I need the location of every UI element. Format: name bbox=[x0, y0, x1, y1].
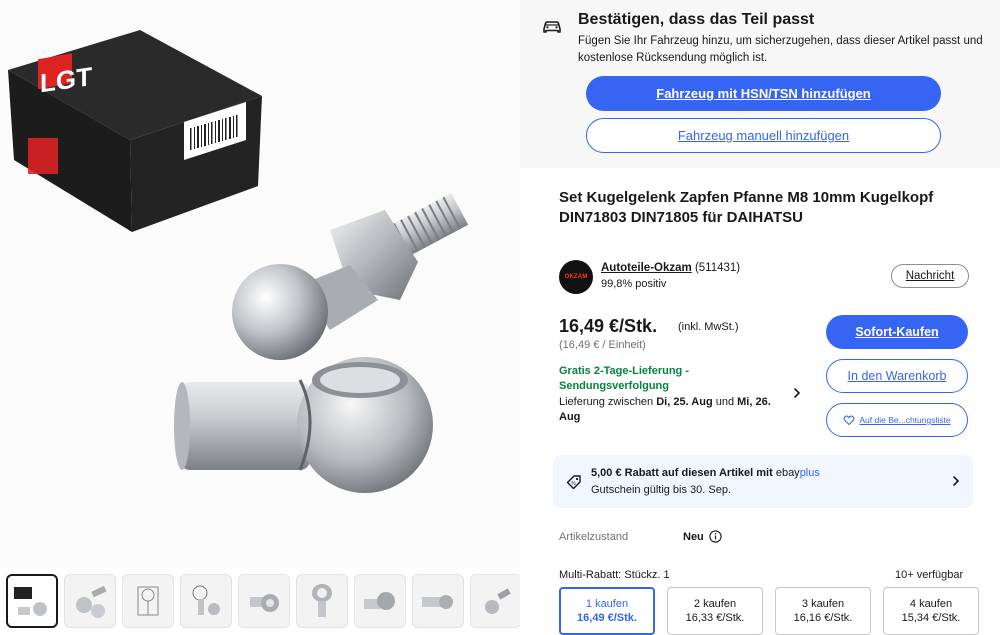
seller-logo[interactable]: OKZAM bbox=[559, 260, 593, 294]
chevron-right-icon[interactable] bbox=[790, 386, 804, 400]
delivery-prefix: Lieferung zwischen bbox=[559, 396, 657, 408]
car-icon bbox=[543, 21, 561, 33]
product-title: Set Kugelgelenk Zapfen Pfanne M8 10mm Ku… bbox=[559, 189, 934, 226]
condition-label: Artikelzustand bbox=[559, 531, 629, 543]
thumbnail-7[interactable] bbox=[354, 574, 406, 628]
watchlist-label: Auf die Be...chtungsliste bbox=[859, 415, 951, 425]
add-vehicle-manual-button[interactable]: Fahrzeug manuell hinzufügen bbox=[586, 118, 941, 153]
seller-feedback-count[interactable]: (511431) bbox=[695, 262, 740, 274]
free-shipping-line-1: Gratis 2-Tage-Lieferung - bbox=[559, 365, 689, 377]
free-shipping-info: Gratis 2-Tage-Lieferung - Sendungsverfol… bbox=[559, 364, 689, 394]
multi-buy-tiers: 1 kaufen 16,49 €/Stk. 2 kaufen 16,33 €/S… bbox=[559, 587, 979, 635]
thumbnail-2[interactable] bbox=[64, 574, 116, 628]
promo-banner[interactable]: % 5,00 € Rabatt auf diesen Artikel mit e… bbox=[553, 455, 973, 508]
add-vehicle-hsn-tsn-button[interactable]: Fahrzeug mit HSN/TSN hinzufügen bbox=[586, 76, 941, 111]
condition-value: Neu bbox=[683, 530, 722, 543]
delivery-date-start: Di, 25. Aug bbox=[656, 396, 713, 408]
fit-panel-title: Bestätigen, dass das Teil passt bbox=[578, 11, 815, 28]
multi-buy-label: Multi-Rabatt: Stückz. 1 bbox=[559, 569, 670, 581]
coupon-tag-icon: % bbox=[566, 475, 581, 490]
unit-price: (16,49 € / Einheit) bbox=[559, 339, 646, 351]
fit-panel-description: Fügen Sie Ihr Fahrzeug hinzu, um sicherz… bbox=[578, 35, 983, 64]
svg-text:%: % bbox=[571, 481, 576, 487]
delivery-estimate[interactable]: Lieferung zwischen Di, 25. Aug und Mi, 2… bbox=[559, 395, 789, 425]
condition-value-text: Neu bbox=[683, 530, 704, 543]
promo-line-1: 5,00 € Rabatt auf diesen Artikel mit bbox=[591, 467, 776, 479]
thumbnail-strip bbox=[0, 568, 520, 635]
thumbnail-9[interactable] bbox=[470, 574, 520, 628]
product-details: Set Kugelgelenk Zapfen Pfanne M8 10mm Ku… bbox=[520, 168, 1000, 635]
chevron-right-icon bbox=[953, 476, 959, 486]
thumbnail-5[interactable] bbox=[238, 574, 290, 628]
add-to-cart-button[interactable]: In den Warenkorb bbox=[826, 359, 968, 393]
vehicle-fit-panel: Bestätigen, dass das Teil passt Fügen Si… bbox=[520, 0, 1000, 168]
seller-logo-text: OKZAM bbox=[564, 274, 588, 280]
free-shipping-line-2: Sendungsverfolgung bbox=[559, 380, 669, 392]
message-seller-button[interactable]: Nachricht bbox=[891, 264, 969, 288]
multi-buy-tier-1[interactable]: 1 kaufen 16,49 €/Stk. bbox=[559, 587, 655, 635]
tier-qty: 1 kaufen bbox=[585, 598, 629, 610]
multi-buy-tier-2[interactable]: 2 kaufen 16,33 €/Stk. bbox=[667, 587, 763, 635]
ebay-plus-logo: ebayplus bbox=[776, 467, 820, 479]
tier-qty: 2 kaufen bbox=[693, 598, 737, 610]
add-to-watchlist-button[interactable]: Auf die Be...chtungsliste bbox=[826, 403, 968, 437]
seller-name-link[interactable]: Autoteile-Okzam bbox=[601, 262, 692, 274]
seller-info: Autoteile-Okzam (511431) bbox=[601, 262, 740, 274]
multi-buy-tier-4[interactable]: 4 kaufen 15,34 €/Stk. bbox=[883, 587, 979, 635]
promo-validity: Gutschein gültig bis 30. Sep. bbox=[591, 484, 732, 496]
ball-socket bbox=[174, 357, 433, 493]
tier-price: 16,33 €/Stk. bbox=[685, 612, 745, 624]
packaging-box: LGT bbox=[8, 30, 262, 232]
tier-price: 15,34 €/Stk. bbox=[901, 612, 961, 624]
tier-qty: 3 kaufen bbox=[801, 598, 845, 610]
price-vat-note: (inkl. MwSt.) bbox=[678, 321, 739, 333]
thumbnail-3[interactable] bbox=[122, 574, 174, 628]
availability: 10+ verfügbar bbox=[895, 569, 964, 581]
ebay-plus-suffix: plus bbox=[799, 467, 820, 479]
thumbnail-1[interactable] bbox=[6, 574, 58, 628]
thumbnail-4[interactable] bbox=[180, 574, 232, 628]
thumbnail-8[interactable] bbox=[412, 574, 464, 628]
product-gallery: LGT bbox=[0, 0, 520, 635]
heart-icon bbox=[843, 415, 855, 426]
promo-text: 5,00 € Rabatt auf diesen Artikel mit eba… bbox=[591, 467, 820, 479]
tier-price: 16,16 €/Stk. bbox=[793, 612, 853, 624]
ebay-plus-brand: ebay bbox=[775, 467, 800, 479]
thumbnail-6[interactable] bbox=[296, 574, 348, 628]
main-product-image[interactable]: LGT bbox=[0, 0, 520, 568]
seller-rating: 99,8% positiv bbox=[601, 278, 667, 290]
buy-now-button[interactable]: Sofort-Kaufen bbox=[826, 315, 968, 349]
tier-qty: 4 kaufen bbox=[909, 598, 953, 610]
price: 16,49 €/Stk. bbox=[559, 316, 658, 336]
info-icon[interactable] bbox=[709, 530, 722, 543]
product-photo: LGT bbox=[8, 30, 469, 493]
tier-price: 16,49 €/Stk. bbox=[577, 612, 637, 624]
ball-stud bbox=[232, 192, 469, 360]
multi-buy-tier-3[interactable]: 3 kaufen 16,16 €/Stk. bbox=[775, 587, 871, 635]
delivery-and: und bbox=[712, 396, 738, 408]
